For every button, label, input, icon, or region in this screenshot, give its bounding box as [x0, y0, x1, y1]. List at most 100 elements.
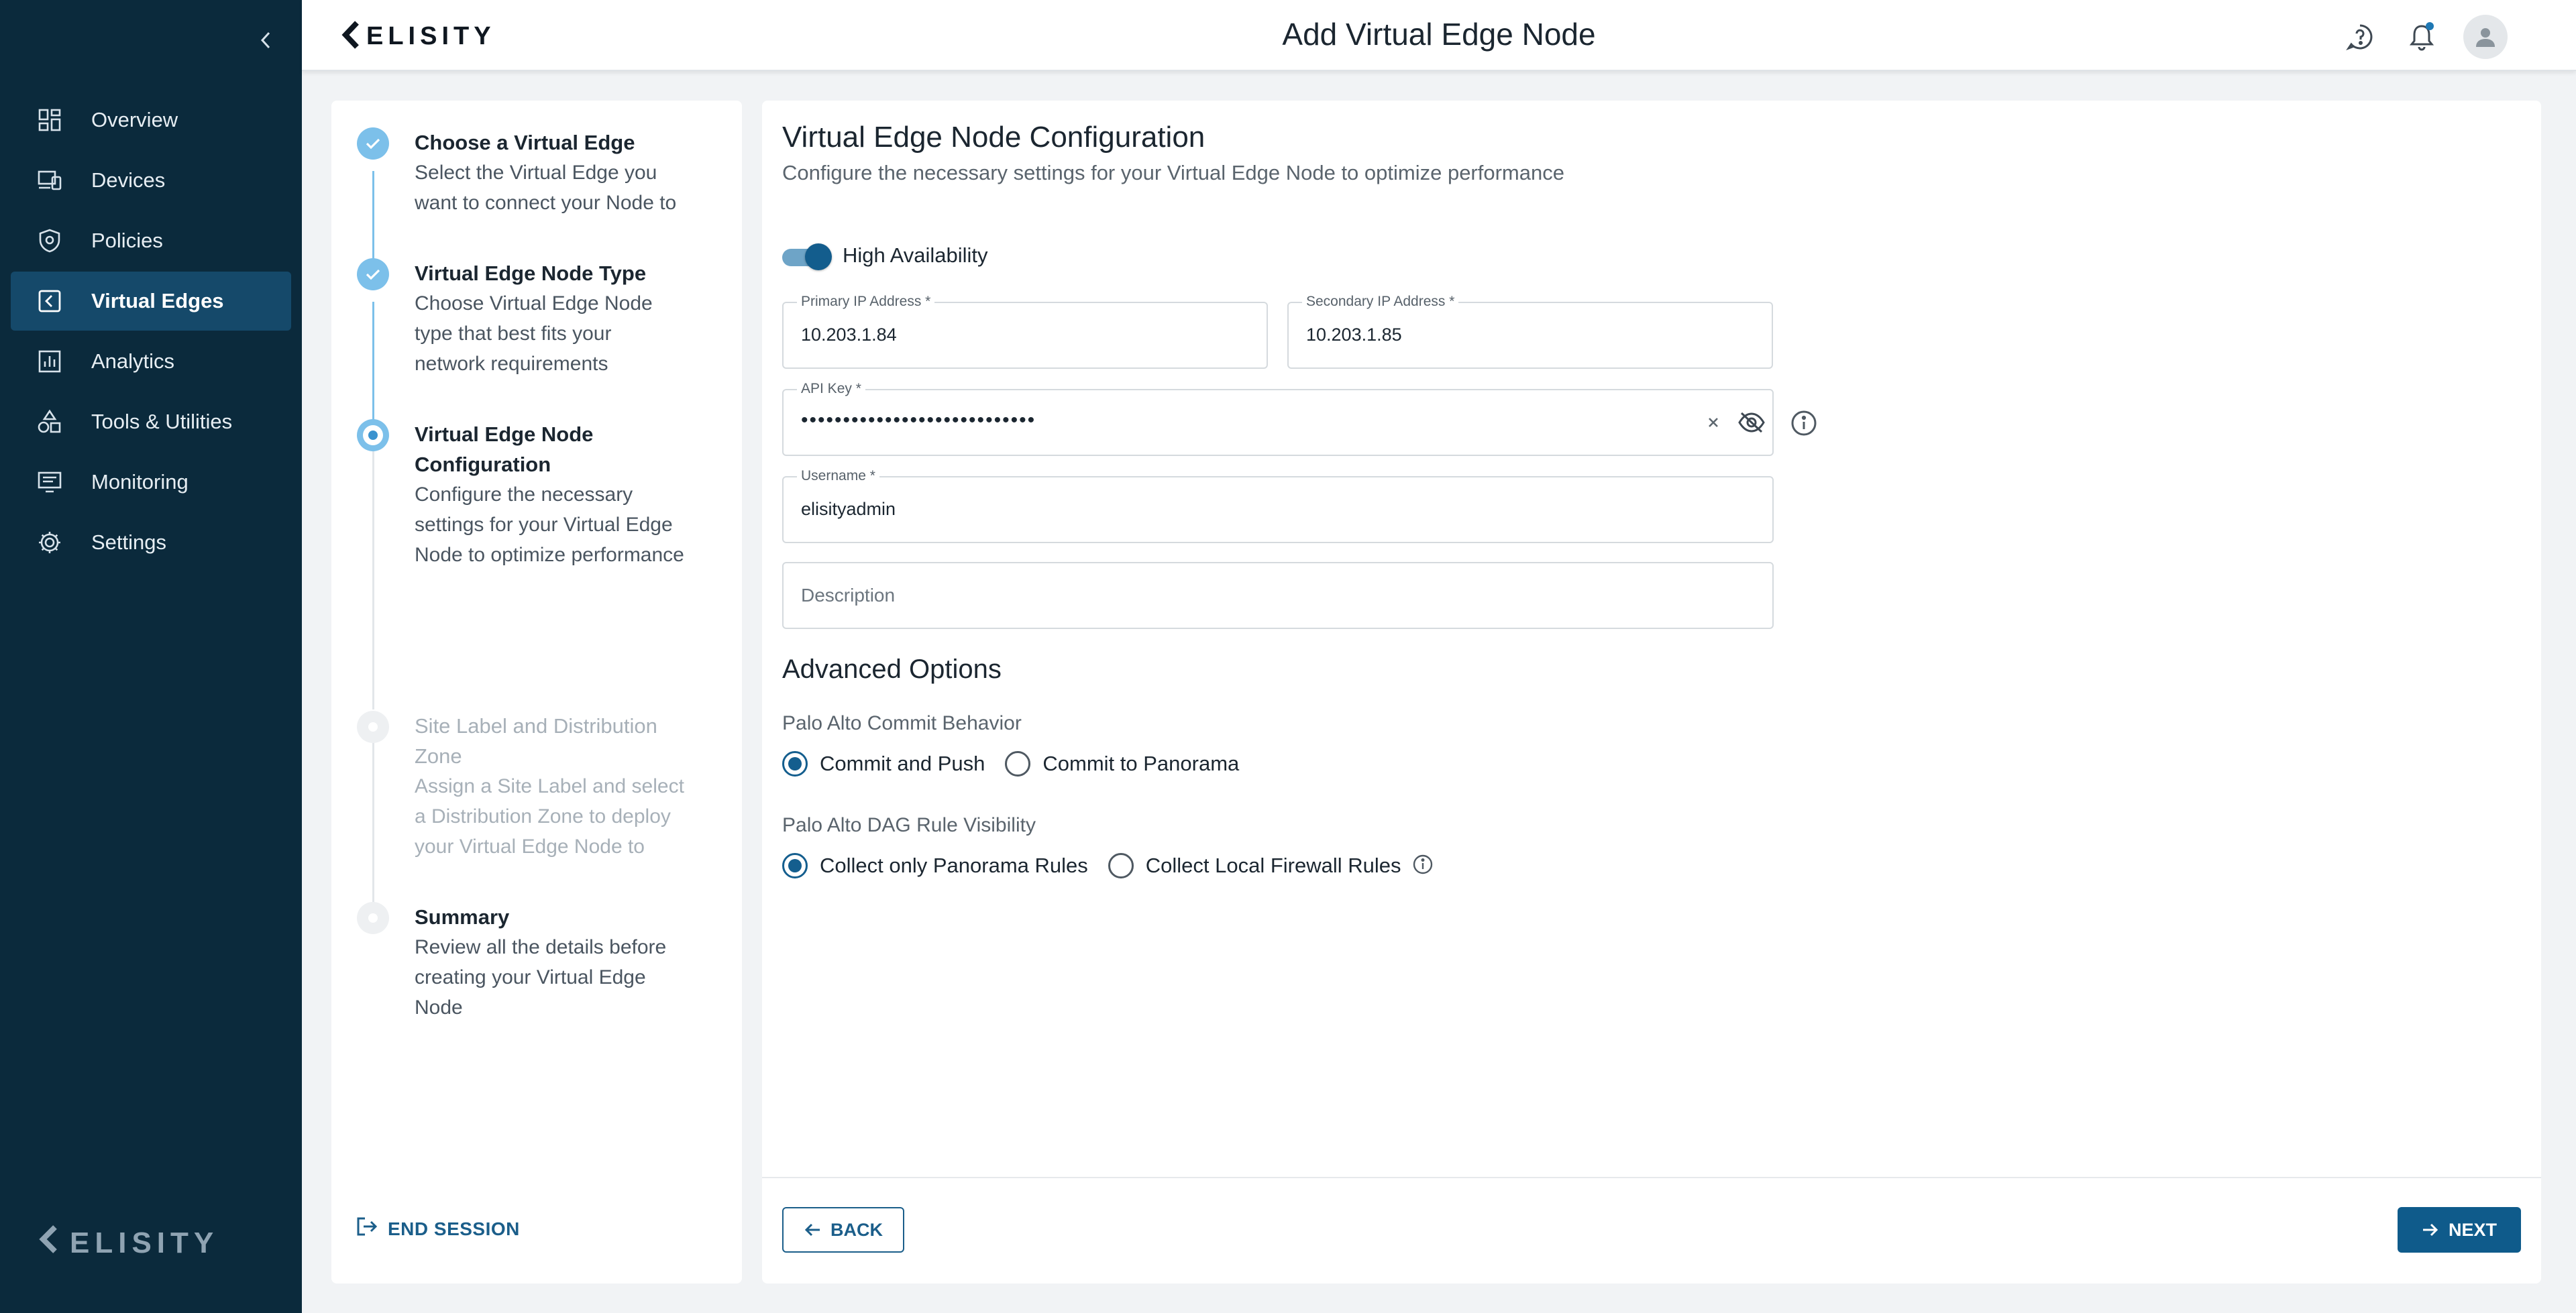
dashboard-icon [36, 107, 63, 133]
step-title: Virtual Edge Node Type [415, 262, 647, 285]
sidebar-nav: Overview Devices Policies Virtual Edges … [0, 91, 302, 573]
sidebar-item-label: Virtual Edges [91, 289, 224, 312]
end-session-button[interactable]: END SESSION [356, 1216, 520, 1242]
info-icon [1791, 410, 1817, 436]
wizard-stepper: Choose a Virtual Edge Select the Virtual… [331, 101, 742, 1283]
commit-behavior-group: Commit and Push Commit to Panorama [782, 751, 1259, 777]
sidebar-item-label: Monitoring [91, 470, 189, 494]
arrow-left-icon [804, 1222, 821, 1238]
notifications-button[interactable] [2402, 17, 2442, 57]
tools-icon [36, 408, 63, 435]
sidebar-item-monitoring[interactable]: Monitoring [11, 453, 291, 512]
secondary-ip-field[interactable]: Secondary IP Address * 10.203.1.85 [1287, 294, 1773, 369]
step-status-pending [357, 711, 389, 743]
toggle-visibility-button[interactable] [1736, 408, 1767, 437]
next-button[interactable]: NEXT [2398, 1207, 2521, 1253]
commit-behavior-label: Palo Alto Commit Behavior [782, 712, 1022, 734]
radio-collect-local-firewall-rules[interactable] [1108, 853, 1134, 878]
back-button[interactable]: BACK [782, 1207, 904, 1253]
user-icon [2476, 28, 2495, 47]
api-key-field[interactable]: API Key * •••••••••••••••••••••••••••• [782, 381, 1774, 456]
username-field[interactable]: Username * elisityadmin [782, 468, 1774, 543]
sidebar-item-label: Tools & Utilities [91, 410, 233, 433]
next-label: NEXT [2448, 1219, 2497, 1240]
arrow-right-icon [2422, 1222, 2439, 1238]
api-key-info-button[interactable] [1788, 408, 1819, 439]
sidebar-item-policies[interactable]: Policies [11, 211, 291, 270]
clear-button[interactable] [1703, 412, 1724, 433]
configuration-card: Virtual Edge Node Configuration Configur… [762, 101, 2541, 1283]
step-title: Virtual Edge Node Configuration [415, 422, 594, 476]
step-title: Site Label and Distribution Zone [415, 714, 657, 768]
description-field[interactable]: Description [782, 562, 1774, 629]
sidebar-item-label: Devices [91, 168, 166, 192]
monitor-icon [36, 469, 63, 496]
step-connector [372, 302, 374, 429]
radio-commit-and-push[interactable] [782, 751, 808, 777]
check-icon [366, 269, 380, 280]
step-title: Choose a Virtual Edge [415, 131, 635, 154]
radio-label: Collect only Panorama Rules [820, 854, 1088, 877]
devices-icon [36, 167, 63, 194]
chevron-left-icon [260, 32, 270, 49]
step-status-pending [357, 902, 389, 934]
step-connector [372, 449, 374, 709]
sidebar-item-virtual-edges[interactable]: Virtual Edges [11, 272, 291, 331]
local-rules-info-icon[interactable] [1412, 854, 1434, 878]
high-availability-toggle[interactable] [782, 243, 832, 270]
radio-label: Collect Local Firewall Rules [1145, 854, 1401, 877]
field-label: API Key * [797, 381, 865, 397]
step-desc: Select the Virtual Edge you want to conne… [415, 162, 677, 214]
header-actions [2340, 15, 2576, 59]
sidebar-item-label: Overview [91, 108, 178, 131]
form-subtitle: Configure the necessary settings for you… [782, 161, 1564, 184]
form-title: Virtual Edge Node Configuration [782, 121, 1205, 154]
sidebar-logo-text: ELISITY [70, 1226, 219, 1259]
dag-visibility-label: Palo Alto DAG Rule Visibility [782, 814, 1036, 836]
sidebar-item-settings[interactable]: Settings [11, 513, 291, 572]
help-icon [2346, 24, 2373, 51]
eye-off-icon [1738, 412, 1765, 433]
step-status-done [357, 127, 389, 160]
step-desc: Review all the details before creating yo… [415, 936, 667, 1019]
page-title: Add Virtual Edge Node [1282, 17, 1596, 52]
step-connector [372, 731, 374, 907]
radio-label: Commit to Panorama [1042, 752, 1240, 775]
dag-visibility-group: Collect only Panorama Rules Collect Loca… [782, 853, 1434, 878]
radio-collect-panorama-rules[interactable] [782, 853, 808, 878]
high-availability-label: High Availability [843, 243, 988, 267]
username-value: elisityadmin [801, 499, 896, 519]
description-placeholder: Description [801, 585, 896, 606]
sidebar-item-label: Policies [91, 229, 163, 252]
sidebar: Overview Devices Policies Virtual Edges … [0, 0, 302, 1313]
radio-commit-to-panorama[interactable] [1005, 751, 1031, 777]
step-desc: Configure the necessary settings for your… [415, 483, 684, 566]
sidebar-item-devices[interactable]: Devices [11, 151, 291, 210]
logout-icon [356, 1216, 378, 1242]
sidebar-logo: ELISITY [38, 1224, 219, 1261]
collapse-sidebar-button[interactable] [254, 27, 278, 54]
primary-ip-field[interactable]: Primary IP Address * 10.203.1.84 [782, 294, 1268, 369]
check-icon [366, 138, 380, 150]
api-key-value: •••••••••••••••••••••••••••• [801, 409, 1036, 431]
user-avatar-button[interactable] [2463, 15, 2508, 59]
step-status-done [357, 258, 389, 290]
sidebar-item-analytics[interactable]: Analytics [11, 332, 291, 391]
field-label: Secondary IP Address * [1302, 294, 1459, 310]
primary-ip-value: 10.203.1.84 [801, 325, 897, 345]
sidebar-item-overview[interactable]: Overview [11, 91, 291, 150]
end-session-label: END SESSION [388, 1218, 520, 1239]
high-availability-row: High Availability [782, 243, 988, 270]
step-desc: Choose Virtual Edge Node type that best f… [415, 292, 653, 375]
step-desc: Assign a Site Label and select a Distribu… [415, 775, 684, 858]
close-icon [1709, 418, 1718, 427]
sidebar-item-tools[interactable]: Tools & Utilities [11, 392, 291, 451]
field-label: Primary IP Address * [797, 294, 935, 310]
help-button[interactable] [2340, 17, 2380, 57]
step-status-current [357, 419, 389, 451]
notification-dot [2426, 22, 2434, 30]
footer-divider [762, 1177, 2541, 1178]
elisity-logo-icon [38, 1224, 60, 1261]
step-title: Summary [415, 905, 510, 929]
sidebar-item-label: Analytics [91, 349, 175, 373]
